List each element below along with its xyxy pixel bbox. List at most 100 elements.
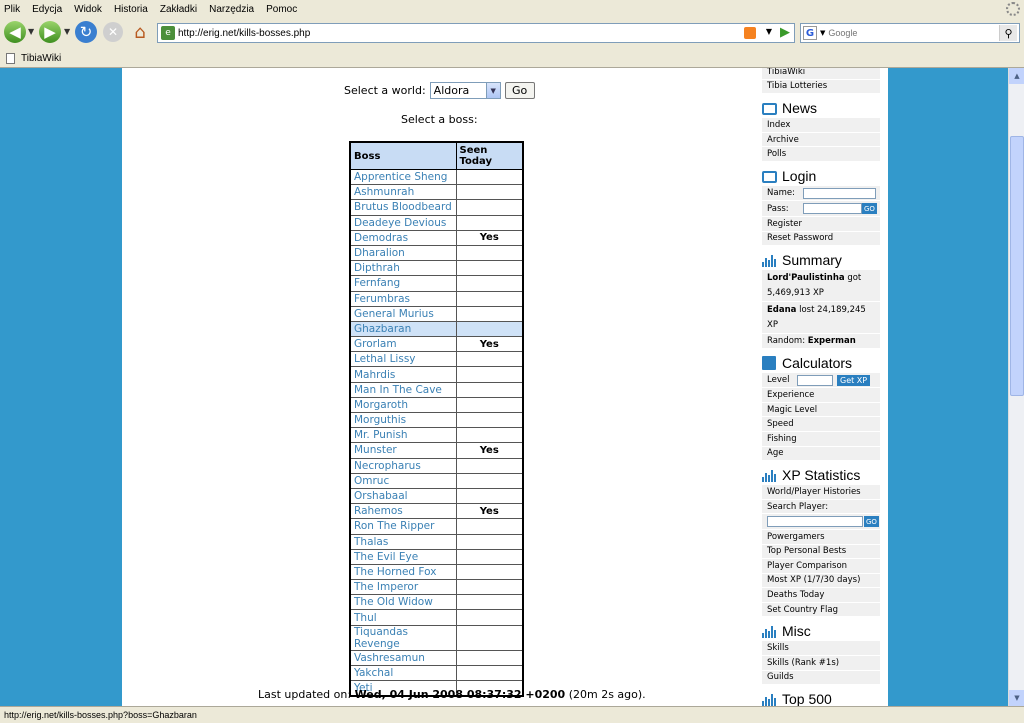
address-history-dropdown[interactable]: ▼	[766, 27, 772, 36]
boss-link[interactable]: Grorlam	[349, 336, 457, 353]
calc-fishing[interactable]: Fishing	[762, 432, 880, 447]
menu-file[interactable]: Plik	[4, 4, 20, 15]
boss-link[interactable]: Demodras	[349, 229, 457, 246]
rss-feed-icon[interactable]	[744, 27, 756, 39]
scroll-thumb[interactable]	[1010, 136, 1024, 396]
boss-link[interactable]: General Murius	[349, 305, 457, 322]
boss-link[interactable]: Ghazbaran	[349, 320, 457, 338]
stop-button[interactable]: ✕	[103, 22, 123, 42]
seen-today-cell	[455, 594, 524, 611]
boss-link[interactable]: Thalas	[349, 533, 457, 550]
forward-history-dropdown[interactable]: ▼	[64, 27, 70, 36]
xpstats-player-comparison[interactable]: Player Comparison	[762, 559, 880, 574]
news-archive[interactable]: Archive	[762, 132, 880, 148]
seen-today-cell: Yes	[455, 503, 524, 520]
boss-link[interactable]: Dipthrah	[349, 260, 457, 277]
search-icon[interactable]: ⚲	[999, 25, 1017, 41]
scroll-up-icon[interactable]: ▲	[1009, 68, 1024, 84]
engine-dropdown-icon[interactable]: ▼	[820, 29, 825, 37]
calc-age[interactable]: Age	[762, 446, 880, 462]
boss-link[interactable]: Mahrdis	[349, 366, 457, 383]
login-pass-input[interactable]	[803, 203, 862, 215]
reload-button[interactable]: ↻	[75, 21, 97, 43]
address-bar[interactable]: e http://erig.net/kills-bosses.php ▼ ▶	[157, 23, 795, 43]
boss-link[interactable]: Tiquandas Revenge	[349, 624, 457, 651]
xpstats-powergamers[interactable]: Powergamers	[762, 529, 880, 545]
boss-link[interactable]: Fernfang	[349, 275, 457, 292]
login-go-button[interactable]: GO	[862, 203, 877, 215]
boss-link[interactable]: Ron The Ripper	[349, 518, 457, 535]
login-name-input[interactable]	[803, 187, 876, 199]
google-engine-icon[interactable]: G	[803, 26, 817, 40]
boss-link[interactable]: Necropharus	[349, 457, 457, 474]
calc-speed[interactable]: Speed	[762, 417, 880, 433]
xpstats-search-go[interactable]: GO	[864, 516, 879, 528]
boss-link[interactable]: Apprentice Sheng	[349, 168, 457, 186]
login-reset-password[interactable]: Reset Password	[762, 231, 880, 247]
search-input[interactable]	[828, 28, 989, 38]
boss-link[interactable]: Thul	[349, 609, 457, 626]
world-select[interactable]: Aldora ▼	[429, 82, 501, 99]
boss-link[interactable]: Dharalion	[349, 244, 457, 262]
boss-link[interactable]: The Imperor	[349, 579, 457, 596]
vertical-scrollbar[interactable]: ▲ ▼	[1008, 68, 1024, 706]
calc-getxp-button[interactable]: Get XP	[837, 374, 871, 386]
xpstats-set-country-flag[interactable]: Set Country Flag	[762, 602, 880, 618]
scroll-down-icon[interactable]: ▼	[1009, 690, 1024, 706]
boss-link[interactable]: Mr. Punish	[349, 427, 457, 444]
boss-link[interactable]: The Evil Eye	[349, 548, 457, 565]
misc-skills-rank1[interactable]: Skills (Rank #1s)	[762, 656, 880, 671]
login-register[interactable]: Register	[762, 216, 880, 232]
boss-link[interactable]: Man In The Cave	[349, 381, 457, 398]
boss-link[interactable]: Vashresamun	[349, 649, 457, 666]
menu-view[interactable]: Widok	[74, 4, 102, 15]
boss-link[interactable]: Rahemos	[349, 503, 457, 520]
boss-link[interactable]: Ashmunrah	[349, 184, 457, 201]
calc-magic-level[interactable]: Magic Level	[762, 402, 880, 418]
boss-link[interactable]: Munster	[349, 442, 457, 459]
menu-tools[interactable]: Narzędzia	[209, 4, 254, 15]
xpstats-most-xp[interactable]: Most XP (1/7/30 days)	[762, 573, 880, 589]
boss-link[interactable]: Morgaroth	[349, 396, 457, 414]
news-index[interactable]: Index	[762, 118, 880, 133]
xpstats-world-histories[interactable]: World/Player Histories	[762, 485, 880, 500]
sidebar: TibiaWiki Tibia Lotteries News Index Arc…	[762, 68, 880, 706]
boss-link[interactable]: Ferumbras	[349, 290, 457, 307]
sidebar-link-tibiawiki[interactable]: TibiaWiki	[762, 68, 880, 80]
summary-player-1[interactable]: Lord'Paulistinha	[767, 273, 845, 283]
boss-link[interactable]: Brutus Bloodbeard	[349, 199, 457, 216]
go-arrow-icon[interactable]: ▶	[780, 25, 790, 40]
boss-link[interactable]: Lethal Lissy	[349, 351, 457, 368]
xpstats-search-input[interactable]	[767, 516, 863, 528]
menu-help[interactable]: Pomoc	[266, 4, 297, 15]
forward-button[interactable]: ▶	[39, 21, 61, 43]
news-polls[interactable]: Polls	[762, 147, 880, 162]
back-history-dropdown[interactable]: ▼	[28, 27, 34, 36]
boss-link[interactable]: Omruc	[349, 472, 457, 489]
calc-level-input[interactable]	[797, 374, 833, 386]
home-button[interactable]: ⌂	[130, 22, 150, 43]
boss-link[interactable]: Morguthis	[349, 411, 457, 429]
menu-edit[interactable]: Edycja	[32, 4, 62, 15]
sidebar-link-tibia-lotteries[interactable]: Tibia Lotteries	[762, 79, 880, 95]
boss-link[interactable]: Deadeye Devious	[349, 214, 457, 231]
address-url[interactable]: http://erig.net/kills-bosses.php	[178, 28, 310, 39]
menu-history[interactable]: Historia	[114, 4, 148, 15]
summary-random-player[interactable]: Experman	[808, 336, 856, 346]
menu-bookmarks[interactable]: Zakładki	[160, 4, 197, 15]
bookmark-tibiawiki[interactable]: TibiaWiki	[21, 53, 61, 64]
boss-link[interactable]: Orshabaal	[349, 487, 457, 505]
xpstats-top-personal-bests[interactable]: Top Personal Bests	[762, 544, 880, 560]
search-bar[interactable]: G ▼ ⚲	[800, 23, 1020, 43]
boss-link[interactable]: Yakchal	[349, 664, 457, 682]
misc-skills[interactable]: Skills	[762, 641, 880, 657]
summary-player-2[interactable]: Edana	[767, 305, 796, 315]
chevron-down-icon[interactable]: ▼	[485, 83, 500, 98]
xpstats-deaths-today[interactable]: Deaths Today	[762, 588, 880, 603]
misc-guilds[interactable]: Guilds	[762, 670, 880, 686]
calc-experience[interactable]: Experience	[762, 388, 880, 403]
world-go-button[interactable]: Go	[504, 82, 535, 99]
boss-link[interactable]: The Horned Fox	[349, 563, 457, 581]
back-button[interactable]: ◀	[4, 21, 26, 43]
boss-link[interactable]: The Old Widow	[349, 594, 457, 611]
